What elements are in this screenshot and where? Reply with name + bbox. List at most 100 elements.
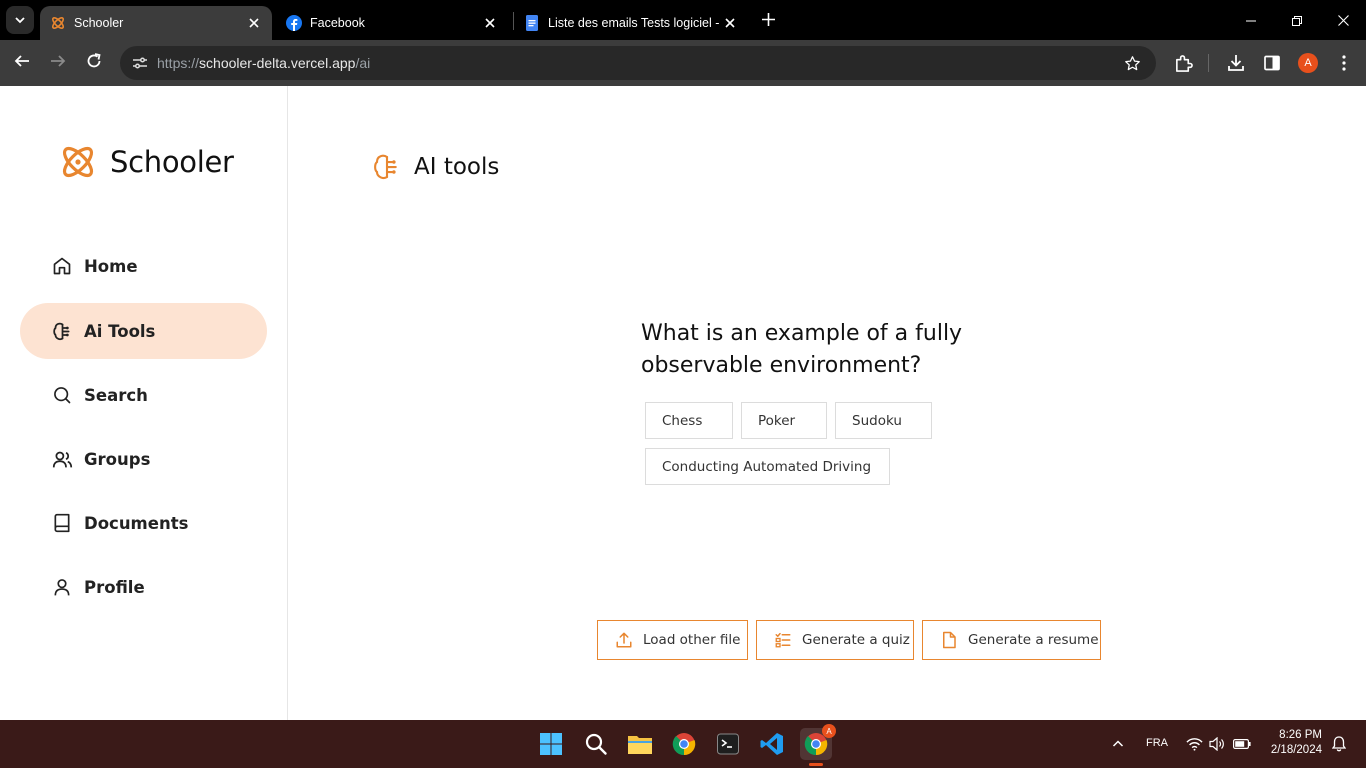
file-explorer-icon[interactable]: [624, 728, 656, 760]
tab-search-button[interactable]: [6, 6, 34, 34]
app-page: Schooler Home Ai Tools Search Groups Doc…: [0, 86, 1366, 720]
generate-quiz-label: Generate a quiz: [802, 632, 910, 648]
close-icon[interactable]: [722, 15, 738, 31]
tab-title: Liste des emails Tests logiciel - (: [548, 16, 722, 30]
schooler-atom-icon: [50, 15, 66, 31]
generate-resume-label: Generate a resume: [968, 632, 1099, 648]
profile-badge: A: [822, 724, 836, 738]
sidebar-item-profile[interactable]: Profile: [20, 559, 267, 615]
chevron-up-icon[interactable]: [1108, 734, 1128, 754]
search-icon: [51, 384, 73, 406]
close-icon[interactable]: [246, 15, 262, 31]
profile-avatar[interactable]: A: [1298, 53, 1318, 73]
minimize-icon: [1246, 11, 1256, 30]
download-icon[interactable]: [1225, 52, 1247, 74]
restore-button[interactable]: [1274, 0, 1320, 40]
windows-taskbar: A FRA 8:26 PM 2/18/2024: [0, 720, 1366, 768]
input-language[interactable]: FRA: [1146, 737, 1168, 749]
wifi-icon[interactable]: [1184, 734, 1204, 754]
browser-toolbar: https://schooler-delta.vercel.app/ai A: [0, 40, 1366, 86]
forward-button[interactable]: [46, 51, 70, 75]
url-text: https://schooler-delta.vercel.app/ai: [157, 55, 370, 71]
terminal-icon[interactable]: [712, 728, 744, 760]
load-file-label: Load other file: [643, 632, 741, 648]
address-bar[interactable]: https://schooler-delta.vercel.app/ai: [120, 46, 1156, 80]
sidebar-item-home[interactable]: Home: [20, 238, 267, 294]
sidebar: Schooler Home Ai Tools Search Groups Doc…: [0, 86, 288, 720]
new-tab-button[interactable]: [758, 10, 778, 30]
windows-start-icon[interactable]: [535, 728, 567, 760]
sidebar-item-label: Documents: [84, 513, 189, 533]
browser-tab-strip: Schooler Facebook Liste des emails Tests…: [0, 0, 1366, 40]
url-scheme: https://: [157, 55, 200, 71]
answer-option[interactable]: Poker: [741, 402, 827, 439]
brain-circuit-icon: [51, 320, 73, 342]
vscode-icon[interactable]: [756, 728, 788, 760]
generate-quiz-button[interactable]: Generate a quiz: [756, 620, 914, 660]
sidebar-item-ai-tools[interactable]: Ai Tools: [20, 303, 267, 359]
clock-time: 8:26 PM: [1279, 729, 1322, 741]
tab-facebook[interactable]: Facebook: [276, 6, 508, 40]
close-window-button[interactable]: [1320, 0, 1366, 40]
url-host: schooler-delta.vercel.app: [199, 55, 356, 71]
sidebar-item-search[interactable]: Search: [20, 367, 267, 423]
tab-title: Facebook: [310, 16, 365, 30]
tab-title: Schooler: [74, 16, 124, 30]
user-icon: [51, 576, 73, 598]
active-app-indicator: [809, 763, 823, 766]
chrome-active-icon[interactable]: A: [800, 724, 836, 760]
checklist-icon: [773, 630, 793, 650]
users-icon: [51, 448, 73, 470]
sidebar-item-label: Home: [84, 256, 138, 276]
restore-icon: [1292, 11, 1302, 30]
search-icon[interactable]: [580, 728, 612, 760]
reload-icon: [86, 53, 102, 73]
extensions-icon[interactable]: [1172, 52, 1194, 74]
book-icon: [51, 512, 73, 534]
sidebar-item-groups[interactable]: Groups: [20, 431, 267, 487]
site-settings-icon[interactable]: [128, 51, 152, 75]
clock-date: 2/18/2024: [1270, 744, 1322, 756]
minimize-button[interactable]: [1228, 0, 1274, 40]
system-clock[interactable]: 8:26 PM 2/18/2024: [1262, 728, 1322, 758]
file-icon: [939, 630, 959, 650]
answer-option[interactable]: Sudoku: [835, 402, 932, 439]
page-header: AI tools: [372, 152, 499, 182]
sidebar-item-label: Groups: [84, 449, 151, 469]
volume-icon[interactable]: [1207, 734, 1227, 754]
generate-resume-button[interactable]: Generate a resume: [922, 620, 1101, 660]
tab-schooler[interactable]: Schooler: [40, 6, 272, 40]
sidebar-item-label: Profile: [84, 577, 145, 597]
page-title: AI tools: [414, 154, 500, 180]
close-icon[interactable]: [482, 15, 498, 31]
quiz-question: What is an example of a fully observable…: [641, 321, 963, 378]
schooler-atom-icon: [58, 142, 98, 182]
sidebar-item-label: Search: [84, 385, 148, 405]
load-file-button[interactable]: Load other file: [597, 620, 748, 660]
home-icon: [51, 255, 73, 277]
answer-option[interactable]: Conducting Automated Driving: [645, 448, 890, 485]
arrow-right-icon: [50, 53, 66, 73]
tab-google-doc[interactable]: Liste des emails Tests logiciel - (: [514, 6, 748, 40]
battery-icon[interactable]: [1232, 734, 1252, 754]
back-button[interactable]: [10, 51, 34, 75]
bookmark-star-icon[interactable]: [1122, 53, 1142, 73]
url-path: /ai: [355, 55, 371, 71]
sidebar-item-documents[interactable]: Documents: [20, 495, 267, 551]
reload-button[interactable]: [82, 51, 106, 75]
facebook-icon: [286, 15, 302, 31]
chevron-down-icon: [14, 11, 26, 30]
plus-icon: [761, 11, 775, 30]
brain-circuit-icon: [372, 152, 402, 182]
brand[interactable]: Schooler: [58, 142, 234, 182]
side-panel-icon[interactable]: [1261, 52, 1283, 74]
toolbar-divider: [1208, 54, 1209, 72]
upload-icon: [614, 630, 634, 650]
answer-option[interactable]: Chess: [645, 402, 733, 439]
arrow-left-icon: [14, 53, 30, 73]
sidebar-item-label: Ai Tools: [84, 321, 156, 341]
more-menu-icon[interactable]: [1333, 52, 1355, 74]
notification-bell-icon[interactable]: [1330, 734, 1348, 754]
close-icon: [1337, 11, 1349, 30]
chrome-icon[interactable]: [668, 728, 700, 760]
